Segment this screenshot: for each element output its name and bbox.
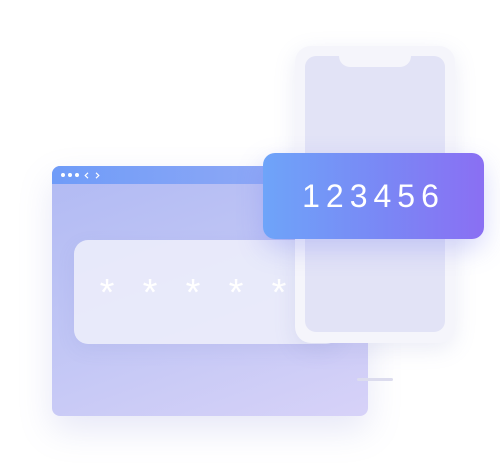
chevron-right-icon xyxy=(93,171,101,179)
browser-controls xyxy=(61,171,101,179)
password-mask-char: * xyxy=(99,272,115,314)
password-mask-char: * xyxy=(271,272,287,314)
password-mask-char: * xyxy=(142,272,158,314)
password-mask-char: * xyxy=(185,272,201,314)
otp-code-card: 123456 xyxy=(263,153,484,239)
password-mask-char: * xyxy=(228,272,244,314)
otp-code: 123456 xyxy=(302,178,445,214)
window-dot xyxy=(61,173,65,177)
chevron-left-icon xyxy=(82,171,90,179)
phone-notch xyxy=(339,56,411,67)
phone-home-indicator xyxy=(357,378,393,381)
window-dot xyxy=(68,173,72,177)
window-dot xyxy=(75,173,79,177)
